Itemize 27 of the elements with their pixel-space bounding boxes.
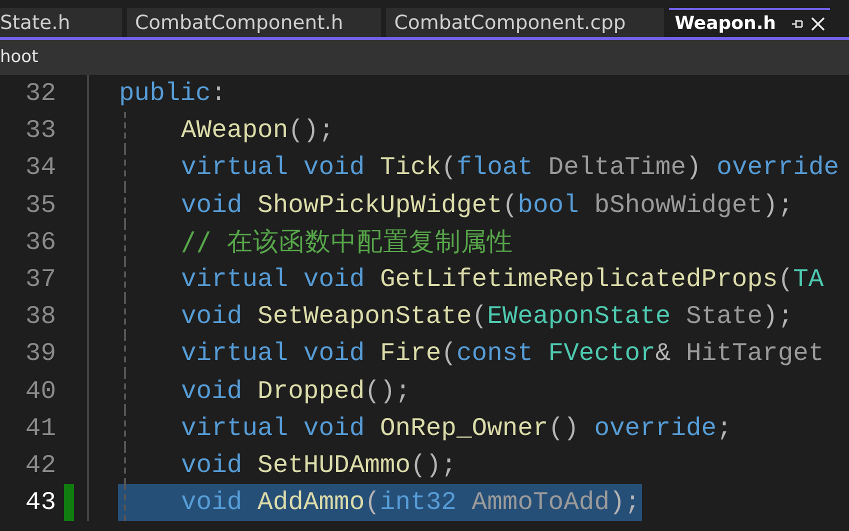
line-number: 43 <box>25 487 56 520</box>
line-number: 40 <box>25 376 56 408</box>
close-icon[interactable] <box>810 16 826 32</box>
line-number: 42 <box>25 450 56 482</box>
code-line: virtual void GetLifetimeReplicatedProps(TA <box>118 260 826 298</box>
code-line: void ShowPickUpWidget(bool bShowWidget); <box>118 186 796 224</box>
line-number: 39 <box>25 338 56 370</box>
code-line: public: <box>118 78 228 110</box>
line-number: 41 <box>25 412 56 445</box>
line-number: 34 <box>25 152 56 184</box>
editor-tab[interactable]: CombatComponent.h <box>127 8 382 37</box>
line-number: 32 <box>25 78 56 110</box>
line-number: 37 <box>25 264 56 296</box>
code-line: virtual void OnRep_Owner() override; <box>118 410 734 447</box>
code-line: // 在该函数中配置复制属性 <box>118 224 516 261</box>
code-line: AWeapon(); <box>118 112 336 150</box>
editor-tab[interactable]: State.h <box>0 8 122 37</box>
code-line: virtual void Tick(float DeltaTime) override <box>118 149 842 187</box>
code-line: void Dropped(); <box>118 372 413 410</box>
line-number: 36 <box>25 226 56 259</box>
line-number: 33 <box>25 115 56 148</box>
scope-label: hoot <box>0 47 38 67</box>
code-line: virtual void Fire(const FVector& HitTarget <box>118 335 826 372</box>
line-number: 35 <box>25 190 56 222</box>
code-line: void SetWeaponState(EWeaponState State); <box>118 298 796 336</box>
editor-tab[interactable]: CombatComponent.cpp <box>386 8 664 37</box>
line-number: 38 <box>25 301 56 334</box>
